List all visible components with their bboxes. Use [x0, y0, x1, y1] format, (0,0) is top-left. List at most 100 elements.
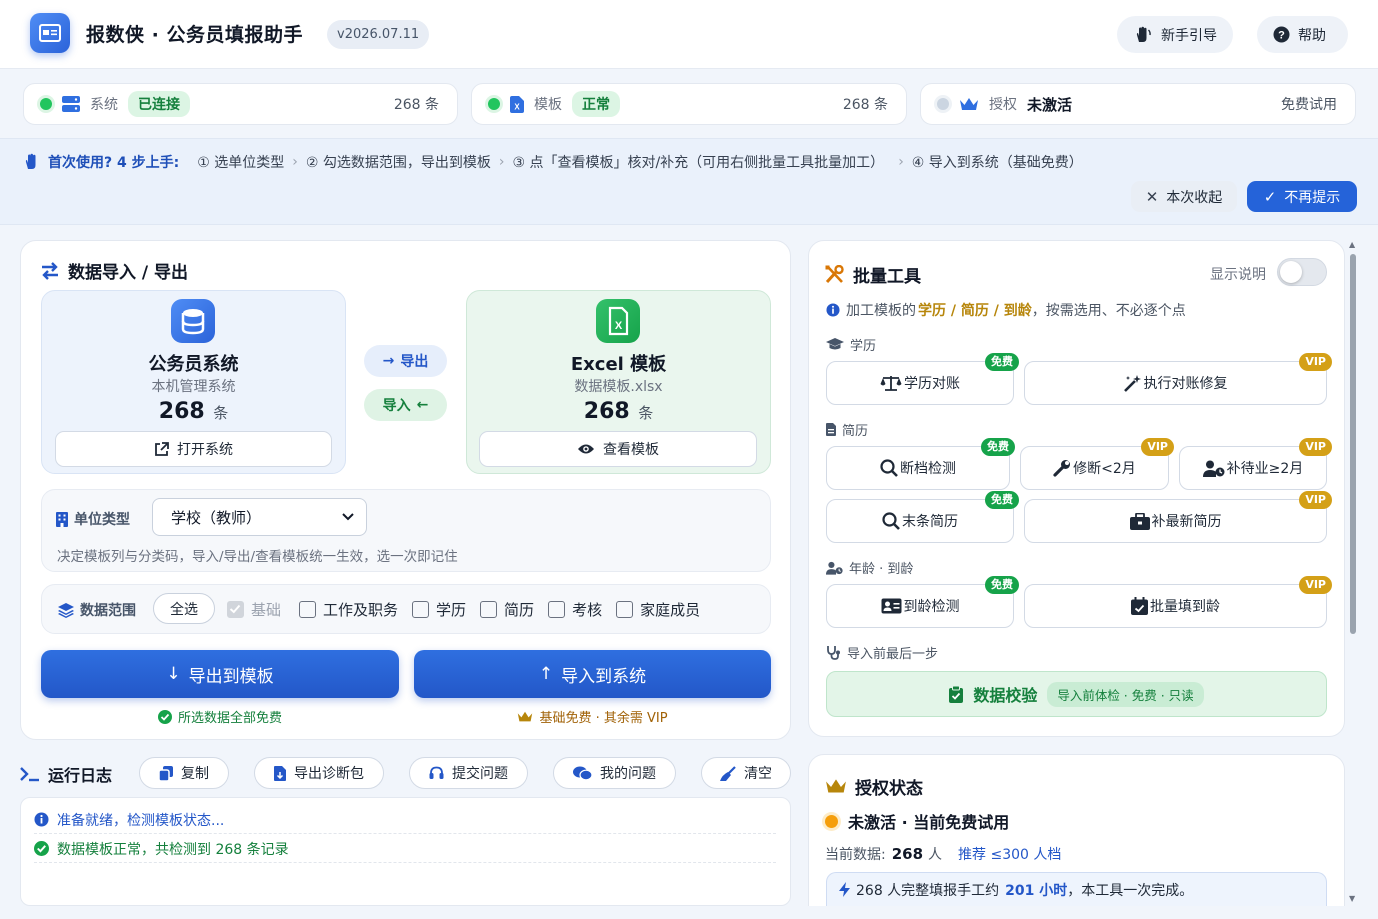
template-name: Excel 模板: [570, 354, 667, 375]
section-resume-label: 简历: [842, 424, 869, 439]
free-badge: 免费: [981, 438, 1015, 456]
fix-gap-short-button[interactable]: 修断<2月 VIP: [1020, 438, 1174, 490]
license-state: 未激活 · 当前免费试用: [825, 809, 1009, 833]
fix-gap-short-label: 修断<2月: [1073, 461, 1136, 477]
system-count-unit: 条: [213, 404, 229, 422]
batch-tools-title-text: 批量工具: [853, 267, 921, 287]
chevron-right-icon: ›: [292, 154, 298, 170]
onboarding-steps: 首次使用? 4 步上手: ① 选单位类型 › ② 勾选数据范围，导出到模板 › …: [22, 152, 1083, 172]
gap-detection-button[interactable]: 断档检测 免费: [826, 438, 1015, 490]
id-card-icon: [881, 598, 902, 614]
view-template-button[interactable]: 查看模板: [479, 431, 757, 467]
scroll-up-icon[interactable]: ▲: [1349, 240, 1355, 249]
export-diagnostics-button[interactable]: 导出诊断包: [254, 757, 384, 789]
excel-icon: X: [596, 299, 640, 343]
vip-badge: VIP: [1299, 353, 1332, 371]
vip-badge: VIP: [1299, 438, 1332, 456]
system-count: 268 条: [393, 97, 439, 113]
excel-file-icon: X: [510, 95, 524, 113]
system-subtitle: 本机管理系统: [151, 379, 236, 395]
export-direction-chip: → 导出: [364, 345, 447, 377]
show-help-toggle[interactable]: [1277, 258, 1327, 286]
scrollbar[interactable]: ▲ ▼: [1348, 240, 1358, 906]
template-status-label: 模板: [534, 97, 562, 113]
svg-text:?: ?: [1278, 30, 1285, 42]
crown-icon: [517, 711, 533, 723]
database-icon: [171, 299, 215, 343]
scrollbar-thumb[interactable]: [1350, 254, 1356, 634]
clear-log-button[interactable]: 清空: [701, 757, 791, 789]
range-option-education[interactable]: 学历: [412, 599, 466, 620]
data-validation-button[interactable]: 数据校验 导入前体检 · 免费 · 只读: [826, 671, 1327, 717]
onboarding-step-1: ① 选单位类型: [197, 155, 285, 171]
batch-fill-retirement-button[interactable]: 批量填到龄 VIP: [1024, 576, 1332, 628]
export-to-template-button[interactable]: ↓ 导出到模板: [41, 650, 399, 698]
license-plan: 免费试用: [1281, 97, 1337, 113]
graduation-cap-icon: [826, 338, 844, 351]
range-option-family[interactable]: 家庭成员: [616, 599, 700, 620]
template-status-card: X 模板 正常 268 条: [471, 83, 907, 125]
terminal-icon: [20, 766, 40, 782]
scroll-down-icon[interactable]: ▼: [1349, 894, 1355, 903]
batch-tools-title: 批量工具: [825, 262, 921, 287]
hand-wave-icon: [22, 153, 42, 171]
education-reconcile-button[interactable]: 学历对账 免费: [826, 353, 1019, 405]
range-option-basic[interactable]: 基础: [227, 599, 281, 620]
version-badge: v2026.07.11: [327, 20, 430, 49]
close-icon: ✕: [1145, 187, 1159, 206]
chevron-right-icon: ›: [498, 154, 505, 170]
app-title: 报数侠 · 公务员填报助手: [86, 24, 303, 46]
free-badge: 免费: [985, 353, 1019, 371]
system-status-dot: [40, 98, 52, 110]
license-status-label: 授权: [989, 97, 1017, 113]
range-option-label: 家庭成员: [640, 601, 701, 619]
tools-icon: [825, 265, 845, 284]
my-issues-button[interactable]: 我的问题: [553, 757, 676, 789]
open-system-button[interactable]: 打开系统: [55, 431, 332, 467]
select-all-button[interactable]: 全选: [153, 593, 215, 624]
copy-log-button[interactable]: 复制: [139, 757, 229, 789]
collapse-guide-label: 本次收起: [1166, 189, 1223, 206]
range-option-label: 基础: [251, 601, 282, 619]
retirement-age-check-button[interactable]: 到龄检测 免费: [826, 576, 1019, 628]
info-icon: [826, 303, 840, 317]
collapse-guide-button[interactable]: ✕ 本次收起: [1131, 181, 1237, 212]
import-to-system-button[interactable]: ↑ 导入到系统: [414, 650, 771, 698]
range-option-label: 考核: [572, 601, 603, 619]
question-icon: ?: [1273, 26, 1290, 43]
fill-unemployment-button[interactable]: 补待业≥2月 VIP: [1179, 438, 1332, 490]
unit-type-label: 单位类型: [56, 509, 130, 529]
export-note: 所选数据全部免费: [41, 707, 399, 726]
section-age: 年龄 · 到龄: [826, 558, 913, 577]
template-count-unit: 条: [638, 404, 654, 422]
guide-button-label: 新手引导: [1161, 27, 1217, 44]
license-status-value: 未激活: [1027, 95, 1073, 114]
license-status-card: 授权 未激活 免费试用: [920, 83, 1356, 125]
crown-icon: [959, 97, 979, 112]
section-final-step-label: 导入前最后一步: [847, 647, 939, 662]
unit-type-select[interactable]: 学校（教师）: [152, 498, 367, 536]
execute-reconcile-repair-button[interactable]: 执行对账修复 VIP: [1024, 353, 1332, 405]
clear-log-label: 清空: [744, 766, 772, 782]
append-latest-resume-button[interactable]: 补最新简历 VIP: [1024, 491, 1332, 543]
vip-badge: VIP: [1141, 438, 1174, 456]
range-option-work[interactable]: 工作及职务: [299, 599, 398, 620]
help-button[interactable]: ? 帮助: [1257, 16, 1348, 53]
headset-icon: [429, 766, 444, 780]
checkbox-icon: [480, 601, 498, 618]
check-icon: ✓: [1263, 187, 1277, 206]
license-promo-hours: 201 小时: [1005, 882, 1068, 899]
unit-type-selected: 学校（教师）: [171, 508, 262, 527]
guide-button[interactable]: 新手引导: [1117, 16, 1233, 53]
execute-reconcile-repair-label: 执行对账修复: [1143, 376, 1228, 392]
checkbox-icon: [548, 601, 566, 618]
range-option-review[interactable]: 考核: [548, 599, 602, 620]
last-resume-entry-button[interactable]: 末条简历 免费: [826, 491, 1019, 543]
submit-issue-button[interactable]: 提交问题: [409, 757, 528, 789]
license-state-text: 未激活 · 当前免费试用: [848, 813, 1010, 832]
data-validation-tag: 导入前体检 · 免费 · 只读: [1047, 681, 1204, 707]
dismiss-guide-button[interactable]: ✓ 不再提示: [1247, 181, 1357, 212]
check-circle-icon: [157, 709, 172, 724]
range-option-resume[interactable]: 简历: [480, 599, 534, 620]
data-range-label: 数据范围: [58, 600, 136, 620]
